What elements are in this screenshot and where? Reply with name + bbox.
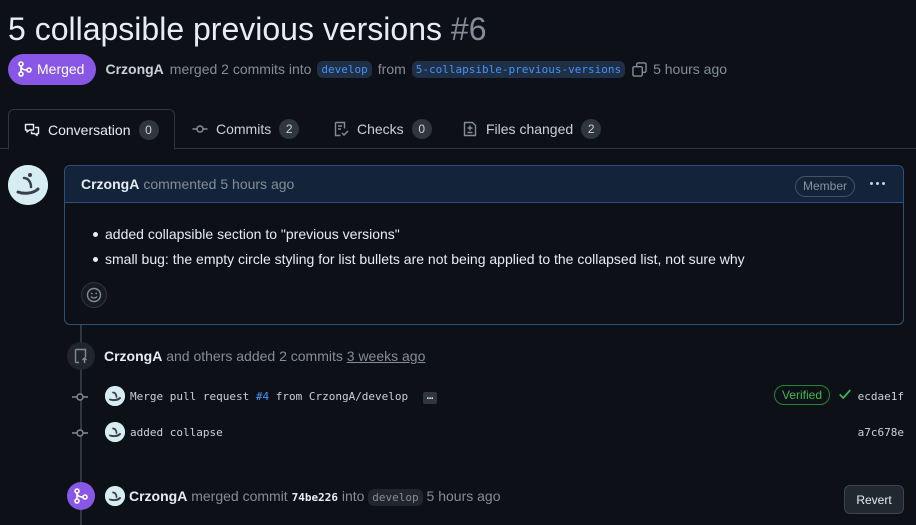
tab-count: 0 (138, 119, 159, 140)
merge-branch[interactable]: develop (368, 489, 423, 506)
avatar[interactable] (105, 486, 125, 506)
commit-message-suffix: from CrzongA/develop (275, 390, 409, 403)
revert-button[interactable]: Revert (844, 485, 904, 514)
tab-count: 2 (279, 118, 300, 139)
merge-sha-link[interactable]: 74be226 (292, 491, 338, 504)
pr-title-text: 5 collapsible previous versions (8, 11, 442, 47)
conversation-icon (24, 123, 40, 136)
tab-label: Commits (216, 120, 272, 137)
tab-checks[interactable]: Checks 0 (333, 108, 432, 149)
comment-action: commented 5 hours ago (143, 176, 295, 192)
commit-sha-link[interactable]: ecdae1f (858, 390, 904, 403)
kebab-menu-icon[interactable] (870, 182, 885, 185)
comment-list: added collapsible section to "previous v… (91, 222, 887, 272)
into-text: into (341, 488, 365, 504)
add-reaction-button[interactable] (81, 282, 107, 308)
avatar[interactable] (8, 165, 48, 205)
tab-commits[interactable]: Commits 2 (192, 108, 300, 149)
tab-label: Files changed (486, 120, 574, 137)
event-text: merged commit (191, 488, 288, 504)
tab-label: Checks (357, 120, 404, 137)
verified-badge[interactable]: Verified (773, 385, 830, 405)
list-item: added collapsible section to "previous v… (91, 222, 887, 247)
commit-row: added collapse a7c678e (72, 422, 904, 444)
tab-label: Conversation (48, 121, 131, 138)
from-text: from (377, 61, 406, 77)
git-merge-icon (74, 488, 88, 504)
comment-box: CrzongA commented 5 hours ago Member add… (64, 165, 904, 325)
event-time-link[interactable]: 3 weeks ago (347, 348, 426, 364)
merged-text: merged 2 commits into (169, 61, 312, 77)
pr-tabs: Conversation 0 Commits 2 Checks 0 Files … (0, 108, 916, 150)
pr-link[interactable]: #4 (256, 390, 269, 403)
state-label: Merged (37, 61, 85, 77)
author-link[interactable]: CrzongA (105, 61, 163, 77)
head-branch[interactable]: 5-collapsible-previous-versions (411, 60, 626, 78)
comment-author[interactable]: CrzongA (81, 176, 139, 192)
commit-node-icon (72, 429, 88, 437)
list-item: small bug: the empty circle styling for … (91, 247, 887, 272)
tab-conversation[interactable]: Conversation 0 (8, 109, 175, 150)
commits-event-text: CrzongA and others added 2 commits 3 wee… (104, 348, 425, 364)
copy-icon[interactable] (631, 61, 647, 77)
commit-icon (192, 124, 208, 133)
member-badge: Member (794, 176, 855, 197)
merge-event-text: CrzongA merged commit 74be226 into devel… (129, 488, 501, 506)
git-merge-icon (18, 61, 32, 77)
merge-time: 5 hours ago (426, 488, 501, 504)
smiley-icon (86, 287, 102, 303)
tab-count: 2 (581, 118, 602, 139)
comment-body: added collapsible section to "previous v… (91, 222, 887, 272)
tab-count: 0 (411, 118, 432, 139)
base-branch[interactable]: develop (317, 60, 372, 78)
check-icon[interactable] (838, 387, 852, 401)
avatar[interactable] (105, 422, 125, 442)
avatar-image (8, 165, 48, 205)
commit-node-icon (72, 393, 88, 401)
comment-header: CrzongA commented 5 hours ago (65, 166, 903, 203)
repo-push-badge (67, 342, 95, 370)
commit-message-prefix: Merge pull request (130, 390, 250, 403)
commit-message-link[interactable]: Merge pull request #4 from CrzongA/devel… (130, 390, 438, 404)
merged-state-badge: Merged (8, 53, 97, 85)
pr-number: #6 (450, 11, 487, 47)
pr-title: 5 collapsible previous versions #6 (8, 8, 486, 50)
tab-files-changed[interactable]: Files changed 2 (462, 108, 602, 149)
repo-push-icon (74, 348, 87, 364)
pr-meta: Merged CrzongA merged 2 commits into dev… (8, 53, 728, 85)
commit-row: Merge pull request #4 from CrzongA/devel… (72, 385, 904, 408)
pr-time: 5 hours ago (653, 61, 728, 77)
event-author[interactable]: CrzongA (104, 348, 162, 364)
commit-sha-link[interactable]: a7c678e (858, 426, 904, 439)
event-author[interactable]: CrzongA (129, 488, 187, 504)
checklist-icon (334, 121, 349, 136)
merged-event-badge (67, 482, 95, 510)
expand-ellipsis-button[interactable]: … (422, 390, 438, 404)
avatar[interactable] (105, 386, 125, 406)
event-text: and others added 2 commits (166, 348, 343, 364)
file-diff-icon (463, 121, 477, 136)
commit-message-link[interactable]: added collapse (130, 426, 223, 439)
